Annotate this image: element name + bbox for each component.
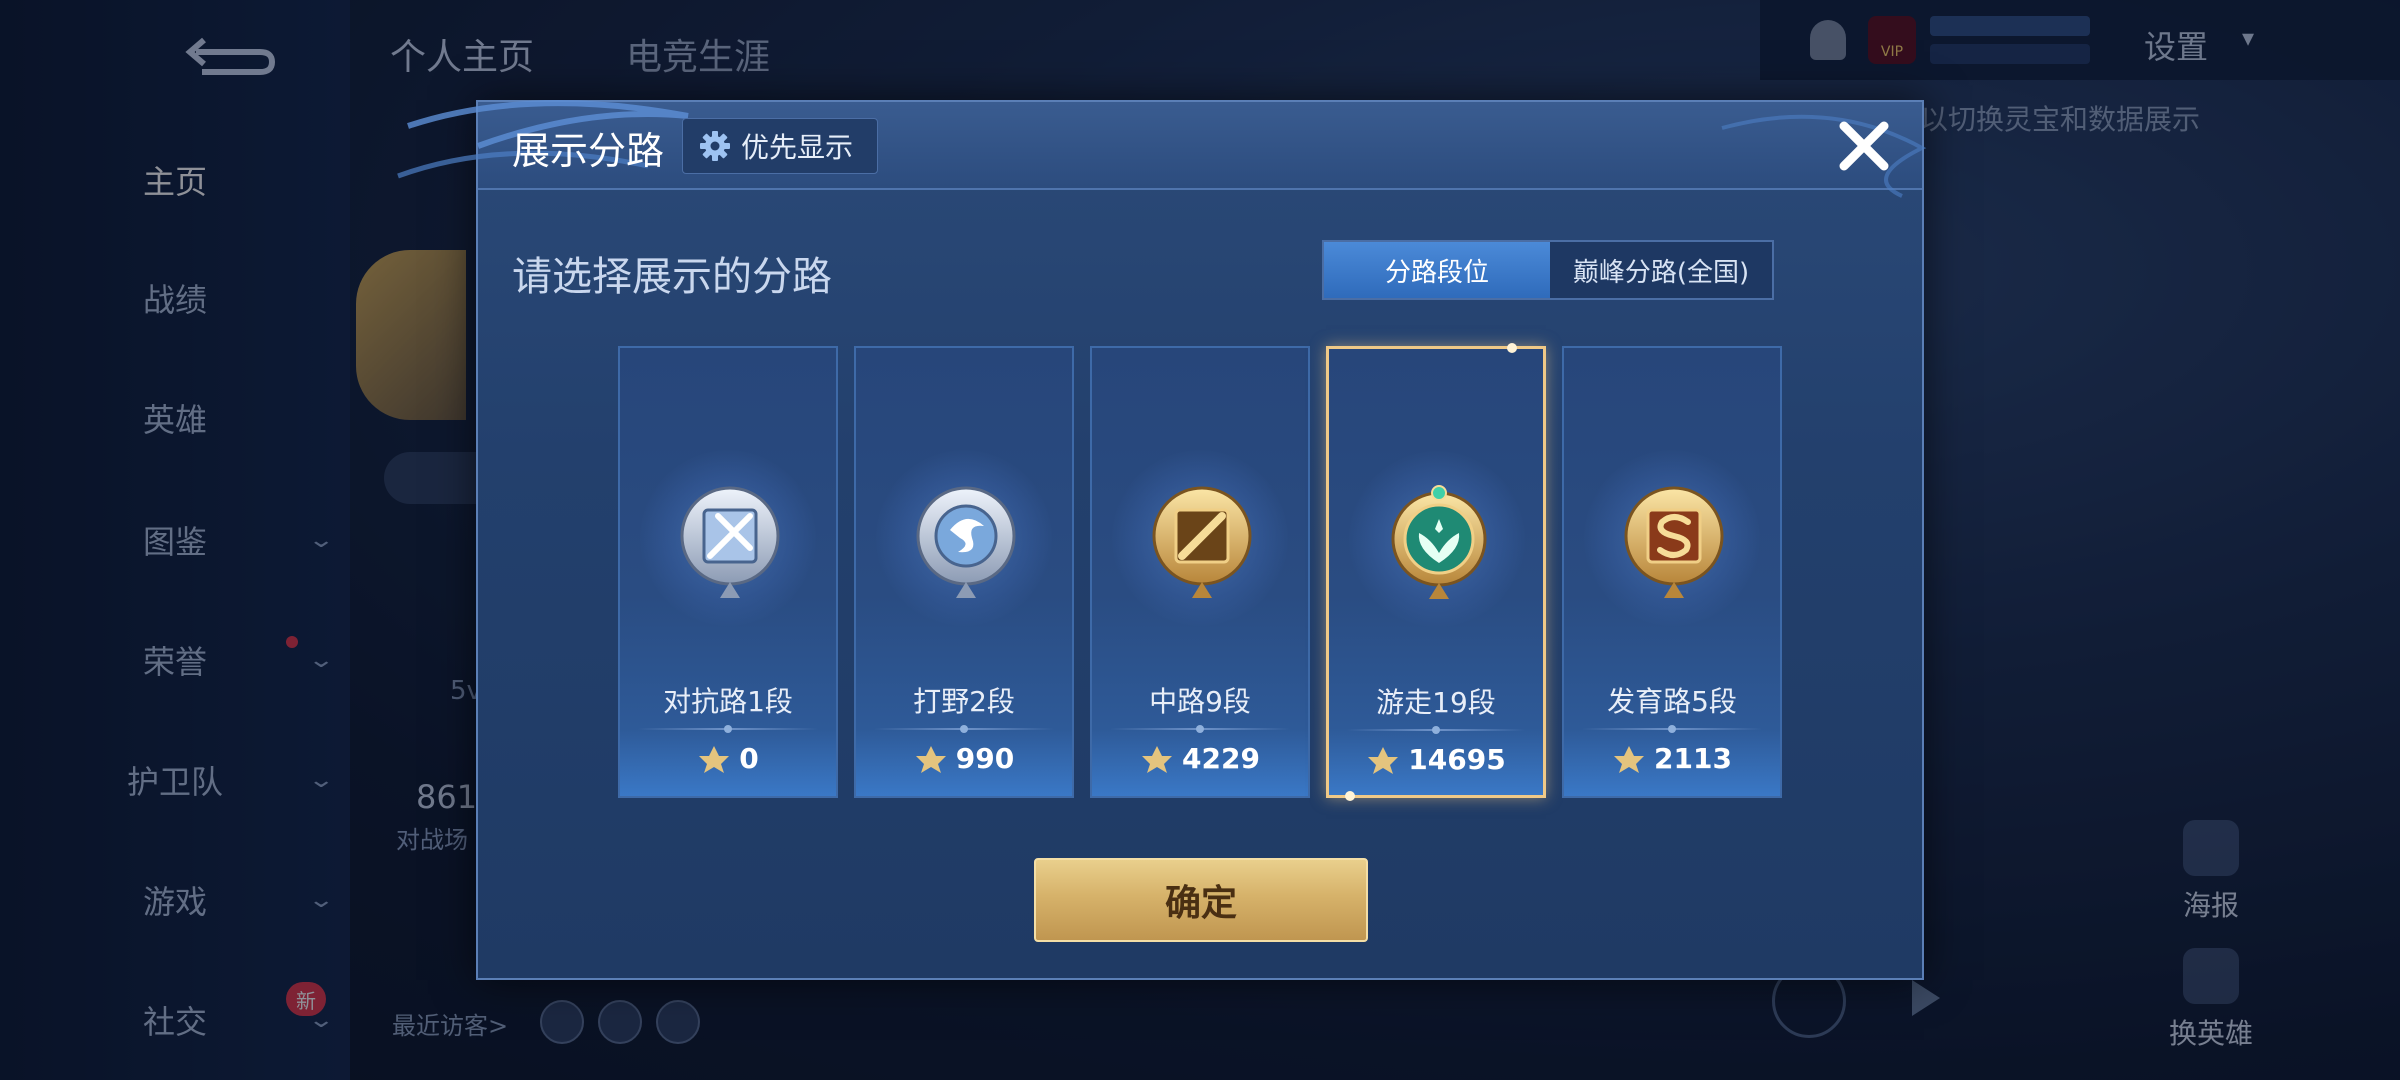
modal-title: 展示分路 (512, 129, 665, 173)
lane-card-mid[interactable]: 中路9段 4229 (1090, 346, 1310, 798)
lane-points-icon (1368, 746, 1399, 774)
confirm-button[interactable]: 确定 (1034, 858, 1368, 942)
decorative-swoosh-icon (1721, 114, 1927, 198)
toggle-peak-lane[interactable]: 巅峰分路(全国) (1550, 242, 1772, 298)
clash-lane-emblem-icon (680, 486, 780, 598)
card-divider (1582, 725, 1762, 733)
priority-display-label: 优先显示 (741, 131, 854, 164)
farm-lane-emblem-icon (1624, 486, 1724, 598)
lane-rank-label: 打野2段 (913, 685, 1015, 718)
close-icon[interactable] (1836, 118, 1892, 174)
lane-points-icon (1614, 745, 1645, 773)
lane-rank-label: 中路9段 (1149, 685, 1251, 718)
lane-rank-label: 游走19段 (1376, 686, 1496, 719)
jungle-emblem-icon (916, 486, 1016, 598)
lane-score: 4229 (1182, 742, 1260, 775)
modal-header: 展示分路 优先显示 (397, 100, 1927, 198)
lane-score: 2113 (1654, 742, 1732, 775)
lane-points-icon (699, 745, 730, 773)
selected-corner-dot (1345, 791, 1355, 801)
lane-score-row: 990 (856, 742, 1072, 775)
lane-card-jungle[interactable]: 打野2段 990 (854, 346, 1074, 798)
lane-card-clash[interactable]: 对抗路1段 0 (618, 346, 838, 798)
card-divider (874, 725, 1054, 733)
lane-points-icon (1142, 745, 1173, 773)
lane-score-row: 4229 (1092, 742, 1308, 775)
lane-score: 990 (955, 742, 1015, 775)
lane-score: 0 (739, 742, 759, 775)
toggle-lane-rank[interactable]: 分路段位 (1324, 242, 1550, 298)
lane-rank-toggle: 分路段位 巅峰分路(全国) (1322, 240, 1774, 300)
lane-card-roam[interactable]: 游走19段 14695 (1326, 343, 1546, 801)
roam-emblem-icon (1391, 485, 1487, 599)
modal-subtitle: 请选择展示的分路 (512, 254, 832, 300)
lane-score-row: 0 (620, 742, 836, 775)
mid-lane-emblem-icon (1152, 486, 1252, 598)
lane-points-icon (915, 745, 946, 773)
card-divider (638, 725, 818, 733)
lane-score-row: 14695 (1329, 743, 1543, 776)
lane-card-farm[interactable]: 发育路5段 2113 (1562, 346, 1782, 798)
lane-display-modal: 展示分路 优先显示 请选择展示的分路 分路段位 巅峰分路(全国) 对抗路1段 0… (397, 100, 1927, 980)
card-divider (1347, 726, 1525, 734)
lane-score: 14695 (1408, 743, 1506, 776)
card-divider (1110, 725, 1290, 733)
lane-rank-label: 对抗路1段 (663, 685, 793, 718)
lane-score-row: 2113 (1564, 742, 1780, 775)
priority-display-button[interactable]: 优先显示 (682, 118, 878, 174)
lane-rank-label: 发育路5段 (1607, 685, 1737, 718)
selected-corner-dot (1507, 343, 1517, 353)
gear-icon (700, 131, 730, 161)
